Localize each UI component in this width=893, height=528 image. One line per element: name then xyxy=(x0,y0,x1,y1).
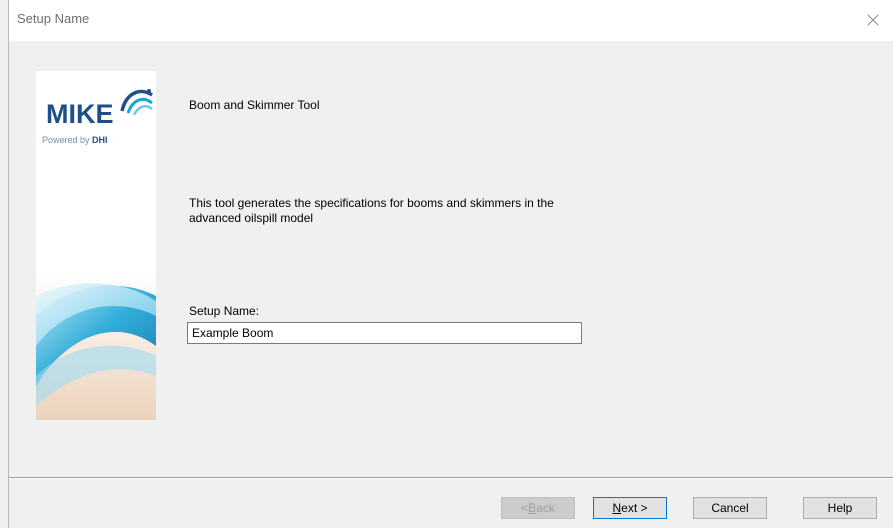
button-separator xyxy=(9,477,893,479)
wave-logo-icon xyxy=(120,89,153,116)
mike-logo: MIKE Powered by DHI xyxy=(40,81,153,151)
wizard-side-banner: MIKE Powered by DHI xyxy=(36,71,156,420)
tool-description: This tool generates the specifications f… xyxy=(189,196,554,225)
next-button[interactable]: Next > xyxy=(593,497,667,519)
setup-name-label: Setup Name: xyxy=(189,304,260,318)
close-icon xyxy=(867,14,879,26)
title-bar: Setup Name xyxy=(9,0,893,41)
logo-tagline: Powered by DHI xyxy=(42,135,108,145)
setup-name-dialog: Setup Name MIKE Powered by DHI Boom and … xyxy=(8,0,893,528)
back-button[interactable]: < Back xyxy=(501,497,575,519)
logo-brand-text: MIKE xyxy=(46,99,114,129)
help-button[interactable]: Help xyxy=(803,497,877,519)
setup-name-input[interactable] xyxy=(187,322,582,344)
close-button[interactable] xyxy=(853,0,893,40)
window-title: Setup Name xyxy=(17,11,90,26)
decorative-swirl-image xyxy=(36,276,156,420)
cancel-button[interactable]: Cancel xyxy=(693,497,767,519)
product-title: Boom and Skimmer Tool xyxy=(189,98,320,112)
